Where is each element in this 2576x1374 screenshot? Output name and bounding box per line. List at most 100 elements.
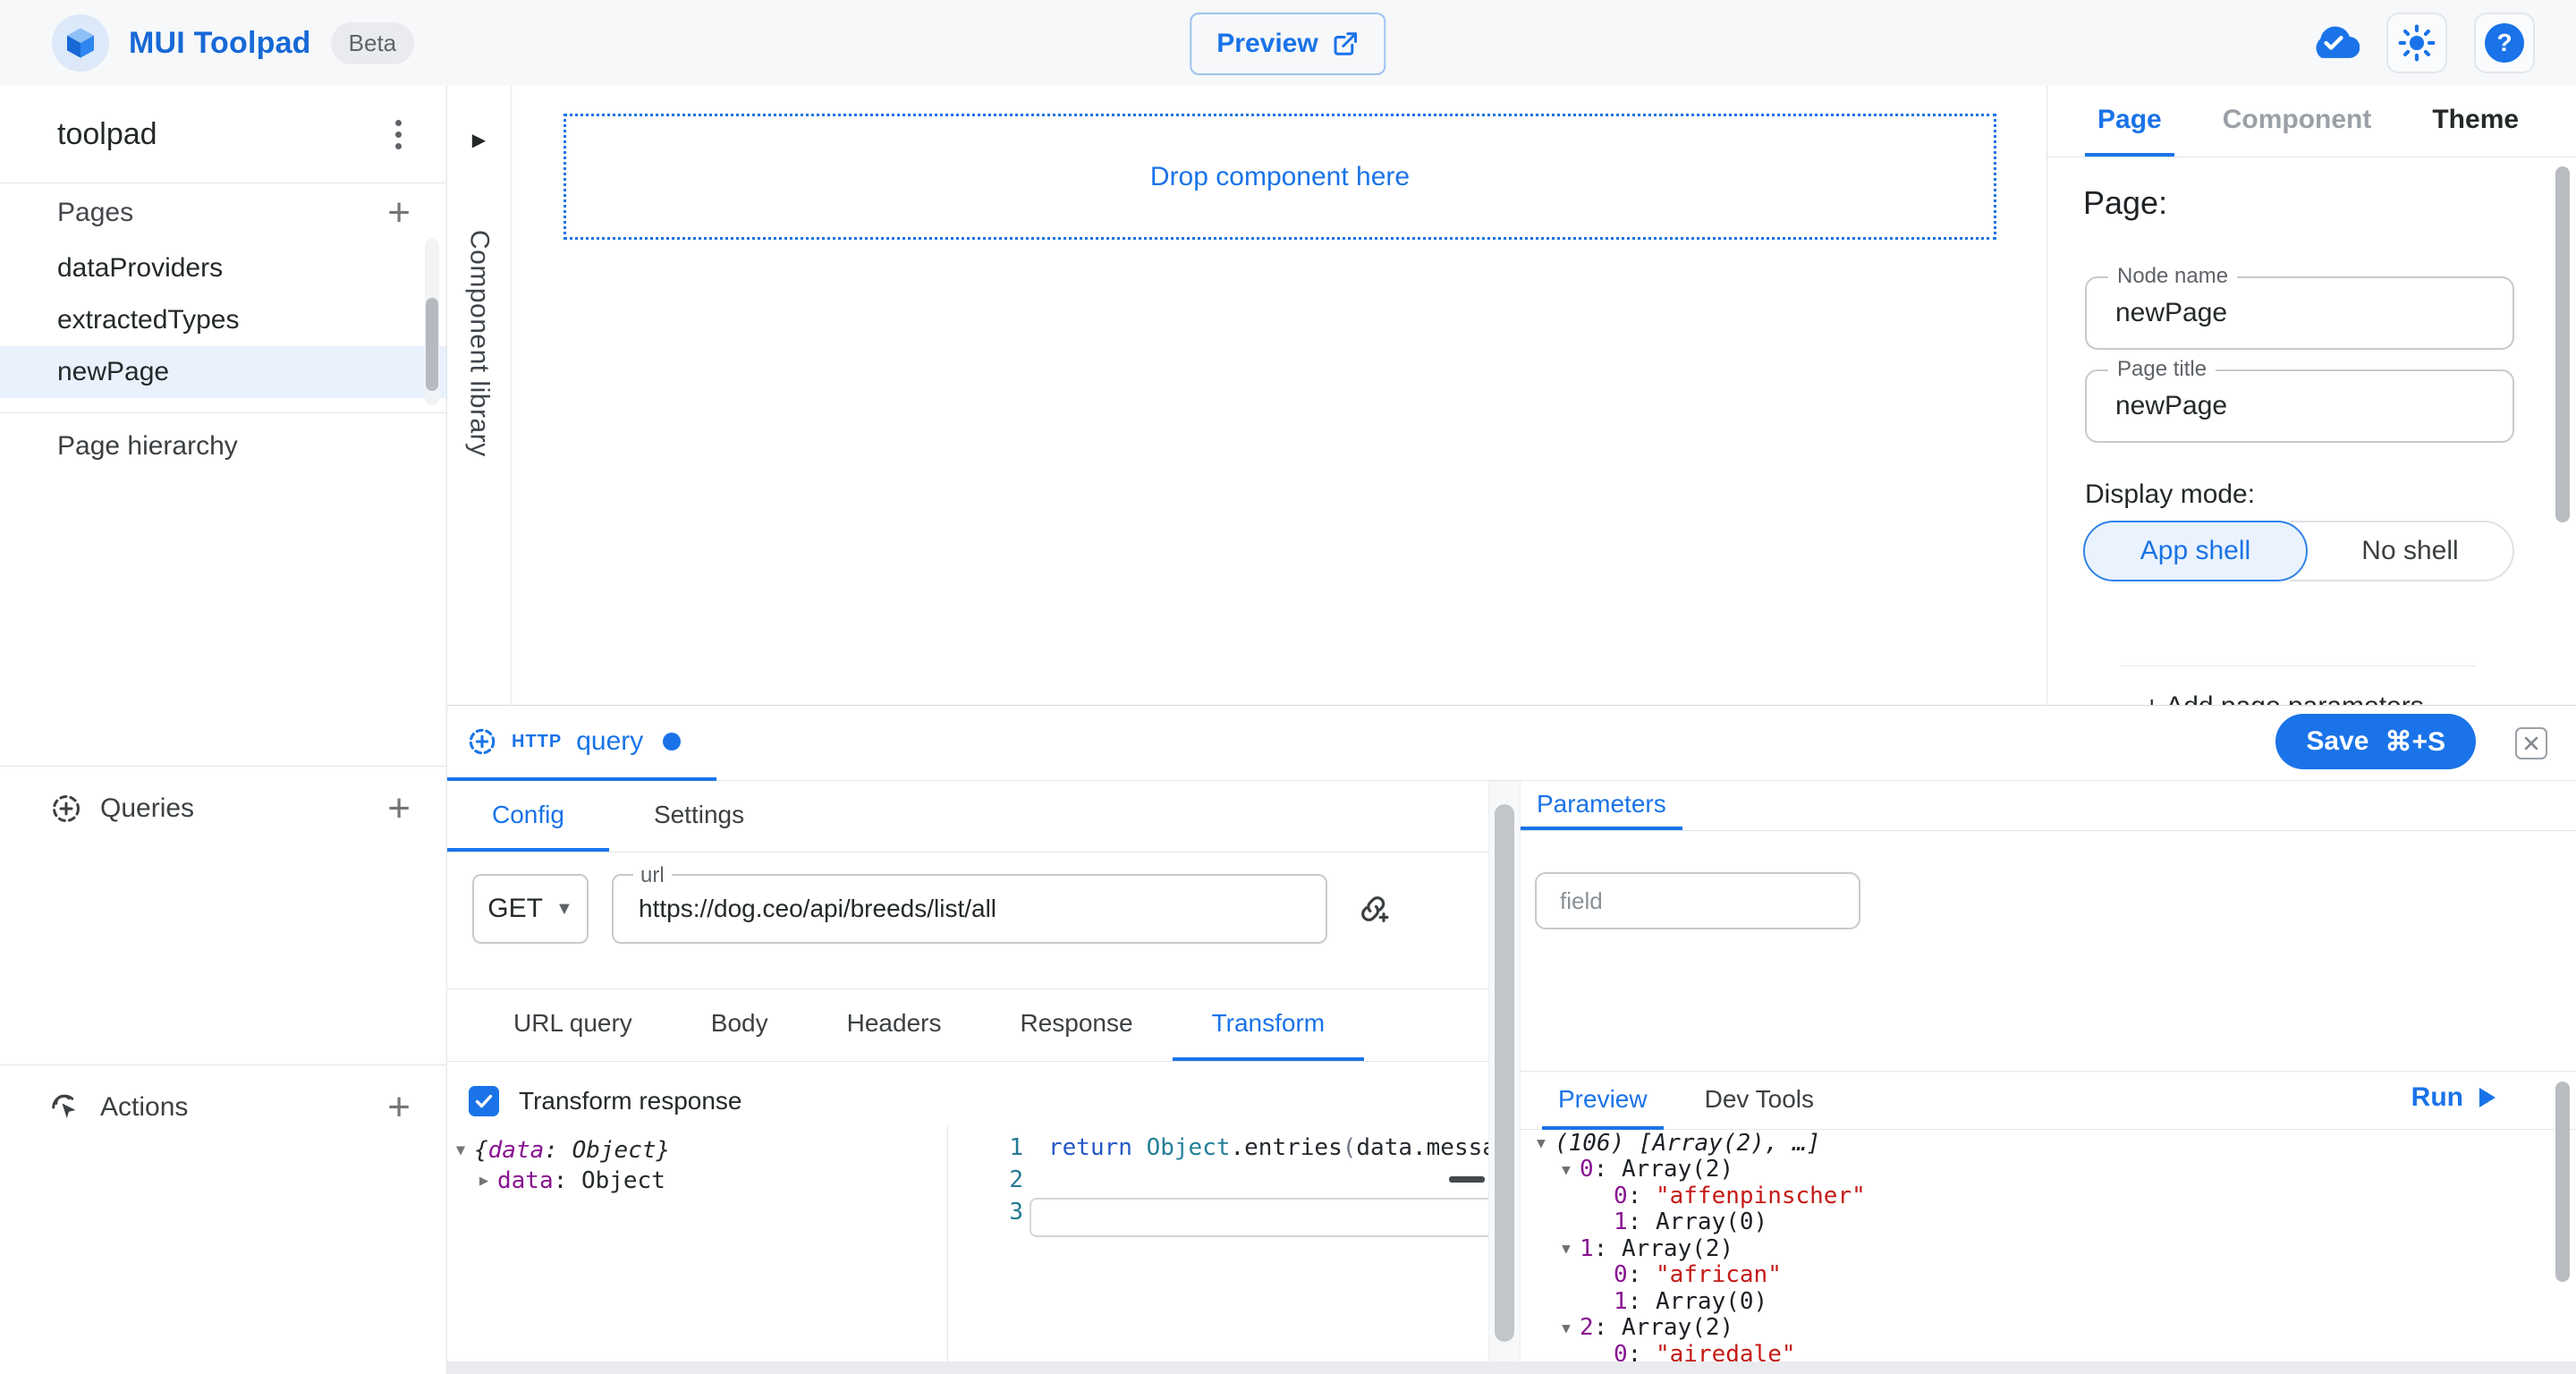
cursor-decoration (1449, 1176, 1485, 1183)
json-tree-row[interactable]: 0: "airedale" (1528, 1341, 2540, 1361)
save-shortcut: ⌘+S (2385, 726, 2445, 758)
query-protocol: HTTP (512, 732, 562, 752)
node-name-label: Node name (2108, 264, 2237, 289)
inspector-scrollbar[interactable] (2555, 95, 2571, 696)
node-name-field[interactable]: Node name newPage (2085, 276, 2514, 350)
parameters-tabs: Parameters (1521, 781, 2576, 831)
scope-tree: ▼{data: Object}▶data: Object (447, 1126, 947, 1196)
json-tree-row[interactable]: 1: Array(0) (1528, 1209, 2540, 1236)
actions-label: Actions (100, 1092, 387, 1123)
tab-headers[interactable]: Headers (808, 989, 981, 1061)
tab-settings[interactable]: Settings (609, 781, 789, 852)
tab-theme[interactable]: Theme (2419, 86, 2531, 157)
json-tree-row[interactable]: ▼1: Array(2) (1528, 1235, 2540, 1262)
sidebar-item-extractedtypes[interactable]: extractedTypes (0, 294, 446, 346)
tab-dev-tools[interactable]: Dev Tools (1689, 1072, 1830, 1130)
expander-icon[interactable]: ▼ (1528, 1134, 1555, 1151)
json-tree-row[interactable]: ▼0: Array(2) (1528, 1157, 2540, 1183)
actions-section[interactable]: Actions + (0, 1064, 446, 1149)
drop-zone[interactable]: Drop component here (564, 114, 1996, 240)
expand-library-icon[interactable]: ▶ (472, 129, 486, 151)
expander-icon[interactable]: ▼ (1553, 1240, 1580, 1257)
pages-section-label: Pages (57, 198, 133, 228)
expander-icon[interactable]: ▼ (1553, 1319, 1580, 1336)
expander-icon[interactable]: ▼ (447, 1141, 474, 1159)
check-icon (473, 1090, 495, 1112)
tab-response[interactable]: Response (980, 989, 1172, 1061)
panel-scrollbar[interactable] (1488, 781, 1521, 1361)
preview-button[interactable]: Preview (1190, 13, 1385, 75)
tab-parameters[interactable]: Parameters (1521, 781, 1682, 830)
transform-response-label: Transform response (519, 1087, 742, 1115)
help-icon: ? (2485, 23, 2524, 63)
query-name: query (576, 726, 643, 757)
queries-label: Queries (100, 793, 387, 824)
brand[interactable]: MUI Toolpad Beta (0, 14, 414, 72)
http-method-select[interactable]: GET ▼ (472, 874, 589, 944)
expander-icon[interactable]: ▼ (1553, 1161, 1580, 1178)
tab-body[interactable]: Body (672, 989, 808, 1061)
bind-url-button[interactable] (1356, 891, 1392, 927)
page-heading: Page: (2083, 184, 2167, 222)
code-line-1[interactable]: 1return Object.entries(data.messag (948, 1132, 1488, 1164)
url-field[interactable]: url https://dog.ceo/api/breeds/list/all (612, 874, 1327, 944)
run-button[interactable]: Run (2411, 1082, 2496, 1113)
close-panel-button[interactable] (2515, 727, 2547, 759)
mui-logo-icon (52, 14, 109, 72)
tab-url-query[interactable]: URL query (474, 989, 672, 1061)
page-title-field[interactable]: Page title newPage (2085, 369, 2514, 443)
help-button[interactable]: ? (2474, 13, 2535, 73)
page-canvas: Drop component here (512, 86, 2046, 705)
pages-list: dataProvidersextractedTypesnewPage (0, 242, 446, 398)
theme-toggle-button[interactable] (2386, 13, 2447, 73)
add-page-parameters-button[interactable]: + Add page parameters (2144, 691, 2522, 705)
inspector-panel: Page Component Theme Page: Node name newPa… (2046, 86, 2576, 705)
parameter-field-placeholder: field (1537, 874, 1859, 928)
tab-component[interactable]: Component (2210, 86, 2385, 157)
line-number: 2 (948, 1166, 1048, 1193)
transform-code-editor[interactable]: 1return Object.entries(data.messag23 (947, 1126, 1488, 1361)
scope-row[interactable]: ▼{data: Object} (447, 1135, 947, 1166)
display-mode-no-shell[interactable]: No shell (2290, 521, 2514, 581)
code-line-2[interactable]: 2 (948, 1164, 1488, 1196)
add-query-button[interactable]: + (387, 789, 411, 828)
expander-icon[interactable]: ▶ (470, 1172, 497, 1190)
app-title: MUI Toolpad (129, 26, 311, 61)
add-page-button[interactable]: + (387, 193, 411, 233)
json-tree-row[interactable]: 0: "african" (1528, 1262, 2540, 1289)
tab-transform[interactable]: Transform (1173, 989, 1365, 1061)
tab-page[interactable]: Page (2085, 86, 2174, 157)
queries-icon (50, 793, 82, 825)
sidebar-item-newpage[interactable]: newPage (0, 346, 446, 398)
query-editor-panel: HTTP query Save ⌘+S ConfigSettings GE (447, 705, 2576, 1374)
sidebar-item-dataproviders[interactable]: dataProviders (0, 242, 446, 294)
cloud-done-icon (2308, 24, 2360, 62)
queries-section[interactable]: Queries + (0, 766, 446, 850)
http-method-value: GET (487, 894, 543, 924)
component-library-panel[interactable]: ▶ Component library (447, 86, 512, 705)
pages-scrollbar[interactable] (425, 239, 439, 405)
component-library-label: Component library (464, 230, 495, 457)
url-value[interactable]: https://dog.ceo/api/breeds/list/all (614, 876, 1326, 942)
page-title-label: Page title (2108, 357, 2216, 382)
parameter-field-input[interactable]: field (1535, 872, 1860, 929)
save-label: Save (2306, 726, 2368, 757)
json-tree-row[interactable]: 1: Array(0) (1528, 1288, 2540, 1315)
query-tab[interactable]: HTTP query (447, 706, 716, 781)
json-tree-row[interactable]: ▼(106) [Array(2), …] (1528, 1130, 2540, 1157)
run-label: Run (2411, 1082, 2463, 1113)
preview-scrollbar[interactable] (2555, 1081, 2571, 1344)
brightness-icon (2398, 24, 2436, 62)
project-menu-button[interactable] (390, 114, 407, 155)
play-icon (2479, 1088, 2496, 1107)
save-button[interactable]: Save ⌘+S (2275, 714, 2476, 769)
json-tree-row[interactable]: ▼2: Array(2) (1528, 1315, 2540, 1342)
display-mode-app-shell[interactable]: App shell (2083, 521, 2308, 581)
tab-config[interactable]: Config (447, 781, 609, 852)
json-tree-row[interactable]: 0: "affenpinscher" (1528, 1183, 2540, 1209)
add-action-button[interactable]: + (387, 1088, 411, 1127)
tab-preview[interactable]: Preview (1542, 1072, 1664, 1130)
link-icon (1356, 891, 1392, 927)
transform-response-checkbox[interactable] (469, 1086, 499, 1116)
scope-row[interactable]: ▶data: Object (447, 1166, 947, 1196)
